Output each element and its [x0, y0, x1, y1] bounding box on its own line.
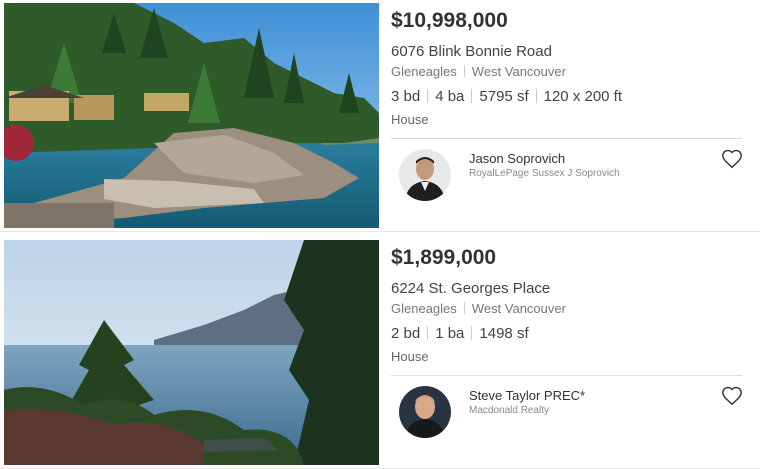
neighbourhood: Gleneagles [391, 64, 457, 79]
agent-avatar[interactable] [399, 149, 451, 201]
spec-floor-area: 1498 sf [479, 325, 529, 342]
listing-address[interactable]: 6224 St. Georges Place [391, 280, 550, 297]
listing-specs: 3 bd 4 ba 5795 sf 120 x 200 ft [391, 88, 622, 105]
listing-price: $10,998,000 [391, 9, 508, 32]
listing-photo[interactable] [4, 3, 379, 228]
agent-name[interactable]: Steve Taylor PREC* [469, 388, 585, 403]
listing-card[interactable]: $1,899,000 6224 St. Georges Place Glenea… [0, 237, 760, 469]
listing-info: $1,899,000 6224 St. Georges Place Glenea… [391, 237, 755, 469]
spec-floor-area: 5795 sf [479, 88, 529, 105]
heart-outline-icon[interactable] [721, 148, 743, 170]
spec-lot-size: 120 x 200 ft [543, 88, 623, 105]
agent-brokerage: RoyalLePage Sussex J Soprovich [469, 168, 620, 179]
property-type: House [391, 349, 429, 364]
divider [391, 375, 742, 376]
listing-price: $1,899,000 [391, 246, 497, 269]
agent-avatar[interactable] [399, 386, 451, 438]
spec-bedrooms: 2 bd [391, 325, 421, 342]
heart-outline-icon[interactable] [721, 385, 743, 407]
listing-location: Gleneagles West Vancouver [391, 64, 566, 79]
card-border [0, 231, 760, 232]
divider [391, 138, 742, 139]
listing-photo[interactable] [4, 240, 379, 465]
listing-address[interactable]: 6076 Blink Bonnie Road [391, 43, 552, 60]
city: West Vancouver [471, 64, 566, 79]
city: West Vancouver [471, 301, 566, 316]
listing-info: $10,998,000 6076 Blink Bonnie Road Glene… [391, 0, 755, 232]
agent-brokerage: Macdonald Realty [469, 405, 550, 416]
listing-card[interactable]: $10,998,000 6076 Blink Bonnie Road Glene… [0, 0, 760, 232]
listing-specs: 2 bd 1 ba 1498 sf [391, 325, 529, 342]
agent-name[interactable]: Jason Soprovich [469, 151, 565, 166]
listing-location: Gleneagles West Vancouver [391, 301, 566, 316]
spec-bathrooms: 4 ba [435, 88, 465, 105]
spec-bathrooms: 1 ba [435, 325, 465, 342]
neighbourhood: Gleneagles [391, 301, 457, 316]
spec-bedrooms: 3 bd [391, 88, 421, 105]
property-type: House [391, 112, 429, 127]
